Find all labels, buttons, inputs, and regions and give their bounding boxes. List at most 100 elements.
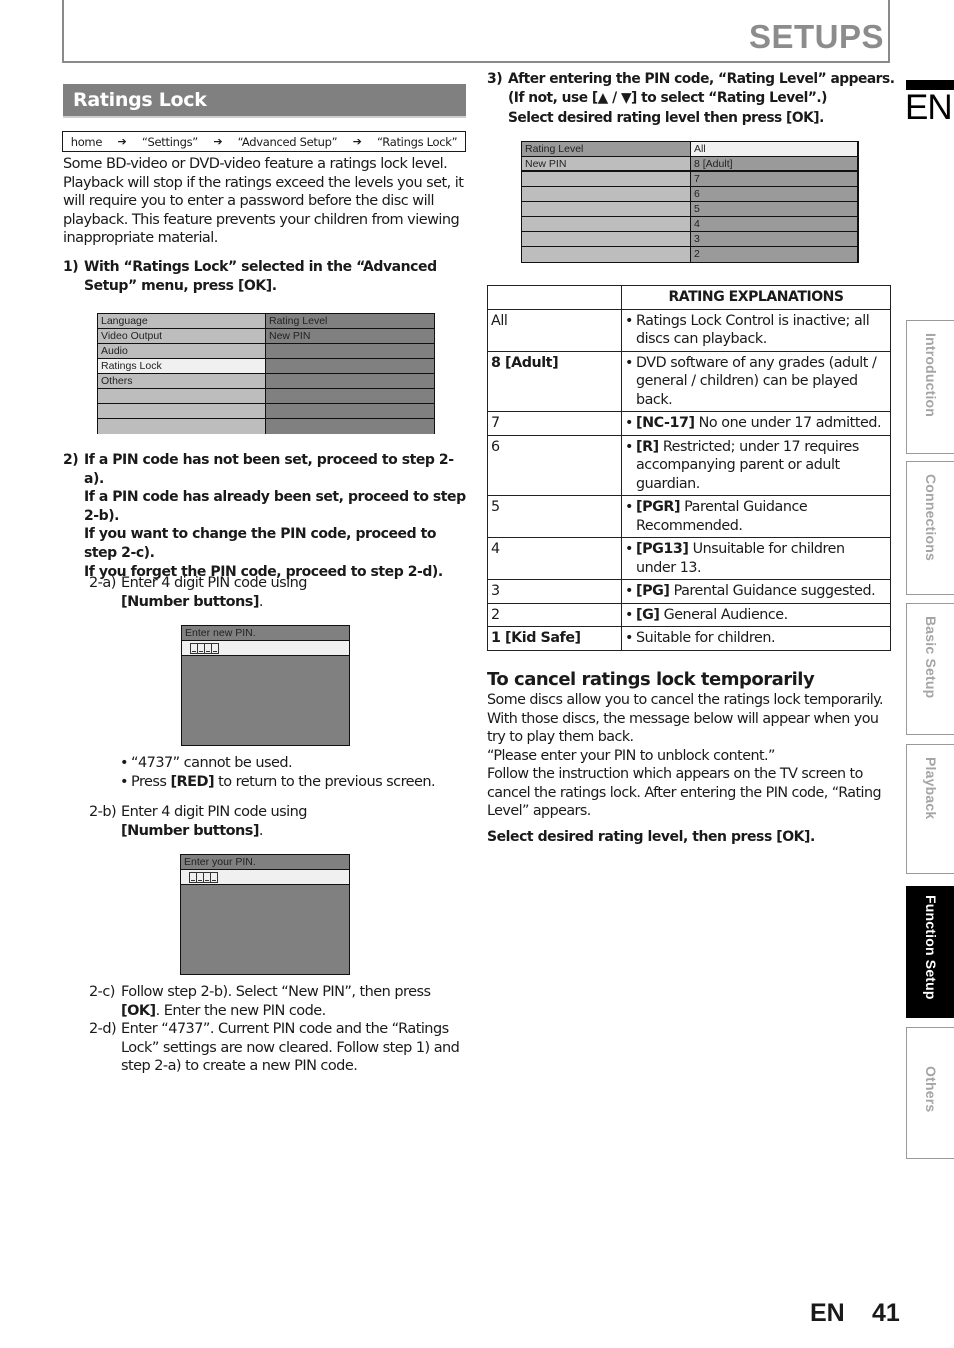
explanation-text: [G] General Audience. — [636, 606, 788, 625]
menu-item-label[interactable] — [522, 187, 691, 201]
menu-item-value[interactable] — [266, 404, 434, 418]
menu-row[interactable]: 3 — [522, 232, 857, 247]
menu-row[interactable]: 7 — [522, 172, 857, 187]
menu-item-label[interactable]: Rating Level — [522, 142, 691, 156]
menu-row[interactable]: 6 — [522, 187, 857, 202]
menu-item-label[interactable]: Audio — [98, 344, 266, 358]
tab-label: Connections — [922, 474, 939, 561]
menu-item-label[interactable] — [522, 202, 691, 216]
rating-code: [NC-17] — [636, 415, 695, 431]
step-line: If a PIN code has already been set, proc… — [84, 489, 466, 524]
menu-row[interactable]: Language Rating Level — [98, 314, 434, 329]
rating-explanations-table: RATING EXPLANATIONS All • Ratings Lock Con… — [487, 285, 891, 651]
rating-level: 5 — [487, 495, 622, 538]
menu-row[interactable]: 4 — [522, 217, 857, 232]
menu-item-label[interactable]: Language — [98, 314, 266, 328]
menu-row[interactable]: Video Output New PIN — [98, 329, 434, 344]
rating-code: [PG] — [636, 583, 670, 599]
menu-item-value[interactable]: 3 — [691, 232, 857, 246]
menu-row[interactable]: New PIN 8 [Adult] — [522, 157, 857, 172]
step-text: Enter “4737”. Current PIN code and the “… — [121, 1021, 460, 1074]
bullet-icon: • — [625, 499, 633, 515]
tab-label: Others — [922, 1066, 939, 1113]
rating-code: [PG13] — [636, 541, 689, 557]
pin-input[interactable] — [181, 870, 349, 885]
menu-item-label[interactable] — [522, 232, 691, 246]
footer-language: EN — [810, 1299, 845, 1327]
menu-row[interactable] — [98, 419, 434, 434]
arrow-right-icon: ➔ — [117, 135, 127, 148]
tab-label: Introduction — [922, 333, 939, 418]
menu-row[interactable]: Audio — [98, 344, 434, 359]
breadcrumb-item: “Settings” — [141, 134, 198, 149]
menu-item-value[interactable] — [266, 344, 434, 358]
menu-item-label[interactable]: Video Output — [98, 329, 266, 343]
explanation-text: [PG] Parental Guidance suggested. — [636, 582, 876, 601]
menu-row[interactable]: Rating Level All — [522, 142, 857, 157]
rating-explanation: • [R] Restricted; under 17 requires accom… — [621, 434, 891, 496]
menu-row[interactable] — [98, 404, 434, 419]
menu-item-label[interactable]: Ratings Lock — [98, 359, 266, 373]
table-row: 6 • [R] Restricted; under 17 requires acco… — [487, 434, 891, 496]
menu-item-label[interactable]: New PIN — [522, 157, 691, 170]
tab-others[interactable]: Others — [906, 1027, 954, 1159]
menu-item-value[interactable]: 8 [Adult] — [691, 157, 857, 170]
menu-item-value[interactable]: New PIN — [266, 329, 434, 343]
step-2a: 2-a) Enter 4 digit PIN code using [Numbe… — [89, 574, 469, 611]
step-number: 3) — [487, 71, 503, 87]
menu-item-label[interactable] — [522, 247, 691, 262]
menu-item-label[interactable]: Others — [98, 374, 266, 388]
breadcrumb: home ➔ “Settings” ➔ “Advanced Setup” ➔ “… — [62, 131, 466, 152]
menu-row[interactable] — [98, 389, 434, 404]
step-text: With “Ratings Lock” selected in the “Adv… — [84, 259, 437, 294]
menu-row[interactable]: 2 — [522, 247, 857, 262]
rating-description: DVD software of any grades (adult / gene… — [636, 354, 881, 408]
tab-function-setup[interactable]: Function Setup — [906, 886, 954, 1018]
step-line: If a PIN code has not been set, proceed … — [84, 452, 454, 487]
step-text: Enter 4 digit PIN code using — [121, 575, 308, 591]
menu-item-value[interactable]: Rating Level — [266, 314, 434, 328]
menu-item-label[interactable] — [522, 172, 691, 186]
note-text: Press — [131, 773, 171, 790]
tab-introduction[interactable]: Introduction — [906, 320, 954, 454]
menu-item-value[interactable] — [266, 389, 434, 403]
menu-row[interactable]: Others — [98, 374, 434, 389]
tab-playback[interactable]: Playback — [906, 744, 954, 874]
menu-item-value[interactable] — [266, 419, 434, 434]
menu-item-label[interactable] — [98, 389, 266, 403]
rating-explanation: • Suitable for children. — [621, 626, 891, 651]
menu-item-label[interactable] — [522, 217, 691, 231]
menu-item-value[interactable] — [266, 374, 434, 388]
menu-item-label[interactable] — [98, 419, 266, 434]
punctuation: . — [258, 822, 264, 839]
menu-item-value[interactable]: All — [691, 142, 857, 156]
menu-item-value[interactable]: 6 — [691, 187, 857, 201]
menu-item-value[interactable]: 2 — [691, 247, 857, 262]
step-line: (If not, use [▲ / ▼] to select “Rating L… — [508, 89, 827, 106]
red-button-label: [RED] — [170, 773, 215, 790]
page-title: SETUPS — [748, 18, 884, 55]
pin-input[interactable] — [182, 641, 349, 656]
menu-row[interactable]: Ratings Lock — [98, 359, 434, 374]
menu-item-value[interactable] — [266, 359, 434, 373]
tab-basic-setup[interactable]: Basic Setup — [906, 603, 954, 735]
tab-label: Function Setup — [922, 895, 939, 1000]
step-number: 1) — [63, 259, 79, 275]
table-row: 1 [Kid Safe] • Suitable for children. — [487, 626, 891, 651]
menu-row[interactable]: 5 — [522, 202, 857, 217]
menu-item-value[interactable]: 4 — [691, 217, 857, 231]
tab-connections[interactable]: Connections — [906, 461, 954, 595]
cancel-body-2: Follow the instruction which appears on … — [487, 766, 882, 819]
table-header-explanations: RATING EXPLANATIONS — [621, 285, 891, 310]
bullet-icon: • — [625, 541, 633, 557]
menu-item-value[interactable]: 5 — [691, 202, 857, 216]
rating-code: [PGR] — [636, 499, 681, 515]
arrow-right-icon: ➔ — [352, 135, 362, 148]
note-item: • Press [RED] to return to the previous … — [120, 773, 470, 792]
menu-item-value[interactable]: 7 — [691, 172, 857, 186]
rating-level: 4 — [487, 537, 622, 580]
bullet-icon: • — [625, 312, 633, 329]
tab-label: Playback — [922, 757, 939, 820]
menu-item-label[interactable] — [98, 404, 266, 418]
step-line: After entering the PIN code, “Rating Lev… — [508, 71, 895, 87]
